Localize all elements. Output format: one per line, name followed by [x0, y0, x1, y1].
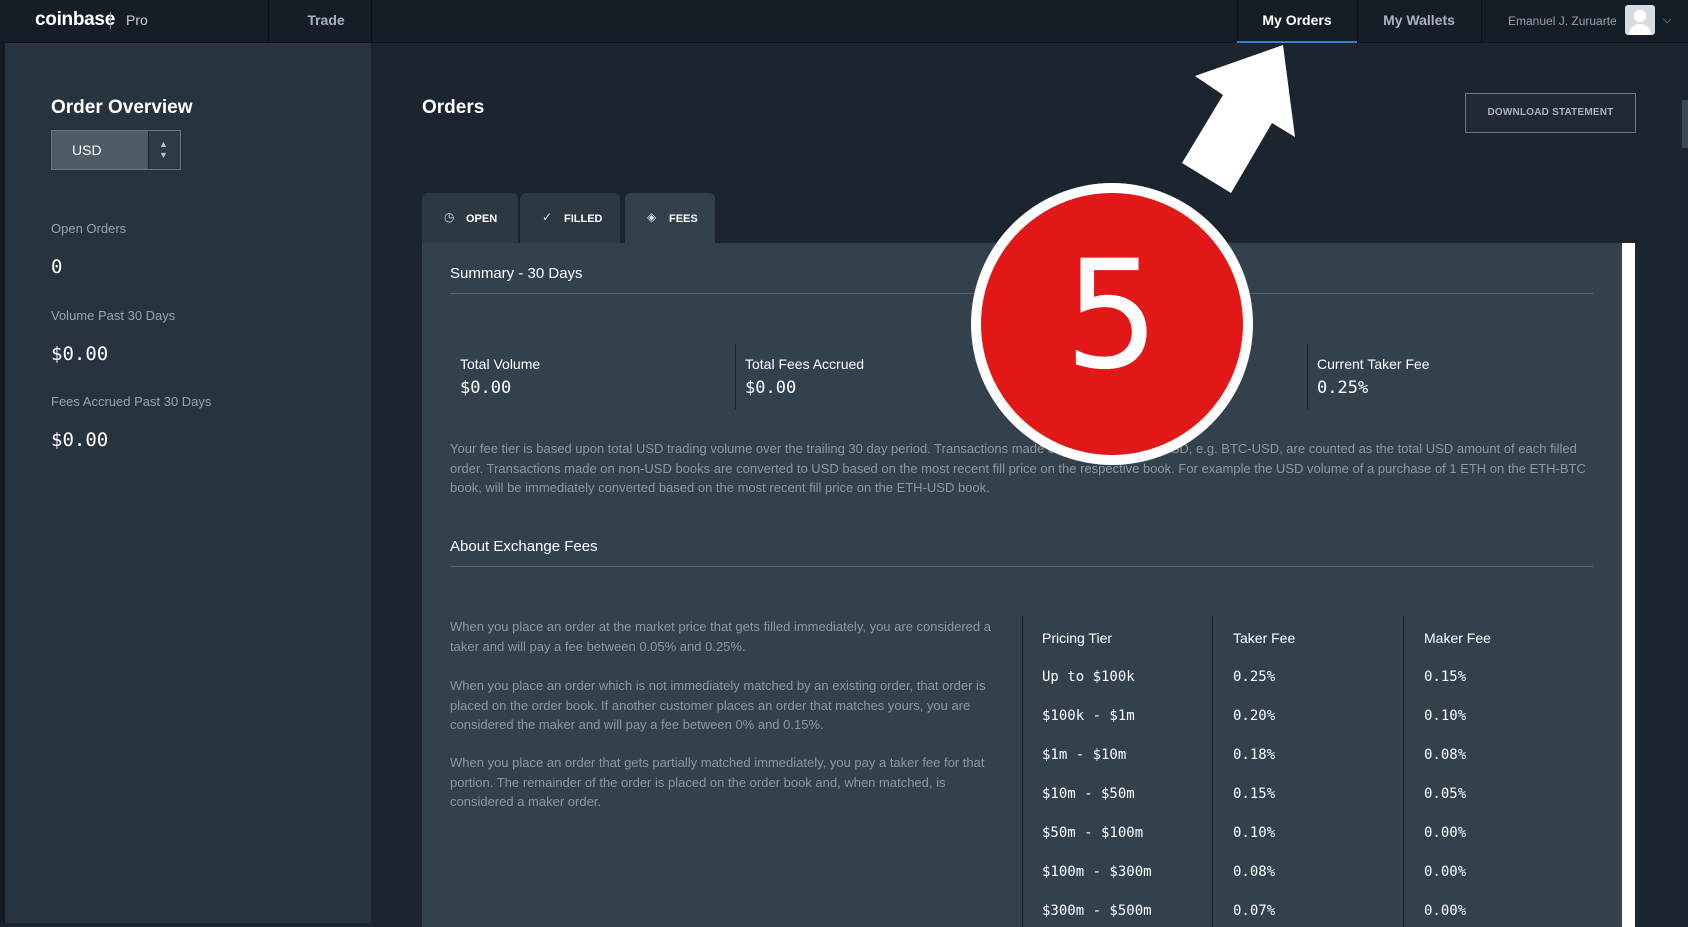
tab-fees-label: FEES [669, 213, 698, 225]
table-cell-maker: 0.00% [1424, 864, 1467, 880]
table-cell-maker: 0.08% [1424, 747, 1467, 763]
table-header-maker-fee: Maker Fee [1424, 630, 1491, 646]
tag-icon: ◈ [647, 210, 657, 224]
open-orders-label: Open Orders [51, 221, 127, 236]
table-column-divider [1212, 616, 1213, 927]
fees-accrued-label: Fees Accrued Past 30 Days [51, 394, 212, 409]
avatar[interactable] [1625, 5, 1655, 35]
avatar-head-shape [1634, 10, 1646, 22]
stat-label: Total Volume [460, 356, 541, 372]
stat-label: Current Taker Fee [1317, 356, 1430, 372]
step-badge-fill: 5 [981, 193, 1243, 455]
nav-divider [1481, 0, 1482, 43]
tab-filled[interactable]: ✓ FILLED [520, 193, 620, 243]
table-cell-taker: 0.10% [1233, 825, 1276, 841]
top-navigation-bar: coinbase Pro Trade My Orders My Wallets … [0, 0, 1688, 43]
stat-value: 0.25% [1317, 378, 1369, 398]
about-paragraph-maker: When you place an order which is not imm… [450, 678, 986, 732]
stat-label: Total Fees Accrued [745, 356, 865, 372]
table-cell-maker: 0.10% [1424, 708, 1467, 724]
table-cell-tier: $300m - $500m [1042, 903, 1152, 919]
table-cell-tier: $10m - $50m [1042, 786, 1135, 802]
chevron-up-icon: ▲ [159, 139, 168, 149]
currency-stepper[interactable]: ▲ ▼ [148, 131, 180, 169]
stat-total-volume: Total Volume $0.00 [450, 344, 735, 409]
table-column-divider [1022, 616, 1023, 927]
chevron-down-icon[interactable]: ⌵ [1663, 14, 1671, 27]
about-fees-title: About Exchange Fees [450, 538, 598, 555]
table-header-pricing-tier: Pricing Tier [1042, 630, 1113, 646]
section-divider [450, 566, 1593, 567]
chevron-down-icon: ▼ [159, 150, 168, 160]
table-cell-taker: 0.15% [1233, 786, 1276, 802]
order-overview-sidebar: Order Overview USD ▲ ▼ Open Orders 0 Vol… [5, 43, 372, 923]
step-badge: 5 [971, 183, 1253, 465]
nav-divider [268, 0, 269, 43]
summary-title: Summary - 30 Days [450, 265, 583, 282]
open-orders-value: 0 [51, 256, 63, 278]
tab-filled-label: FILLED [564, 213, 603, 225]
table-column-divider [1403, 616, 1404, 927]
logo-pro-label: Pro [126, 12, 148, 28]
tab-fees[interactable]: ◈ FEES [625, 193, 715, 243]
stat-current-taker-fee: Current Taker Fee 0.25% [1307, 344, 1592, 409]
table-cell-tier: Up to $100k [1042, 669, 1135, 685]
check-circle-icon: ✓ [542, 210, 553, 224]
nav-my-wallets-tab[interactable]: My Wallets [1357, 0, 1481, 43]
volume-value: $0.00 [51, 343, 109, 365]
table-cell-maker: 0.00% [1424, 903, 1467, 919]
stat-value: $0.00 [460, 378, 512, 398]
nav-my-orders-tab[interactable]: My Orders [1237, 0, 1357, 43]
table-cell-maker: 0.15% [1424, 669, 1467, 685]
tab-open-label: OPEN [466, 213, 498, 225]
table-header-taker-fee: Taker Fee [1233, 630, 1296, 646]
table-cell-tier: $1m - $10m [1042, 747, 1127, 763]
currency-value: USD [72, 142, 102, 158]
stat-divider [1307, 344, 1308, 409]
stat-value: $0.00 [745, 378, 797, 398]
avatar-body-shape [1629, 24, 1651, 35]
about-paragraph-taker: When you place an order at the market pr… [450, 619, 991, 654]
coinbase-logo[interactable]: coinbase [35, 9, 115, 31]
table-cell-tier: $100k - $1m [1042, 708, 1135, 724]
user-name[interactable]: Emanuel J. Zuruarte [1508, 14, 1617, 28]
download-statement-button[interactable]: DOWNLOAD STATEMENT [1465, 93, 1636, 133]
nav-divider [371, 0, 372, 43]
table-cell-taker: 0.25% [1233, 669, 1276, 685]
table-cell-tier: $100m - $300m [1042, 864, 1152, 880]
logo-separator [110, 12, 111, 29]
table-cell-taker: 0.07% [1233, 903, 1276, 919]
page-scrollbar[interactable] [1682, 100, 1688, 148]
sidebar-title: Order Overview [51, 97, 193, 118]
table-cell-tier: $50m - $100m [1042, 825, 1144, 841]
fees-accrued-value: $0.00 [51, 429, 109, 451]
table-cell-taker: 0.08% [1233, 864, 1276, 880]
stat-divider [735, 344, 736, 409]
fee-tier-explanation: Your fee tier is based upon total USD tr… [450, 441, 1586, 495]
table-cell-taker: 0.20% [1233, 708, 1276, 724]
nav-trade-link[interactable]: Trade [281, 0, 371, 43]
panel-scrollbar[interactable] [1622, 243, 1635, 927]
currency-select[interactable]: USD ▲ ▼ [51, 130, 181, 170]
volume-label: Volume Past 30 Days [51, 308, 176, 323]
step-number: 5 [1064, 229, 1160, 403]
table-cell-taker: 0.18% [1233, 747, 1276, 763]
clock-icon: ◷ [444, 210, 455, 224]
about-paragraph-partial: When you place an order that gets partia… [450, 755, 985, 809]
tab-open[interactable]: ◷ OPEN [422, 193, 518, 243]
page-title: Orders [422, 97, 485, 118]
table-cell-maker: 0.00% [1424, 825, 1467, 841]
table-cell-maker: 0.05% [1424, 786, 1467, 802]
fee-schedule-table: Pricing Tier Taker Fee Maker Fee Up to $… [1022, 616, 1593, 927]
